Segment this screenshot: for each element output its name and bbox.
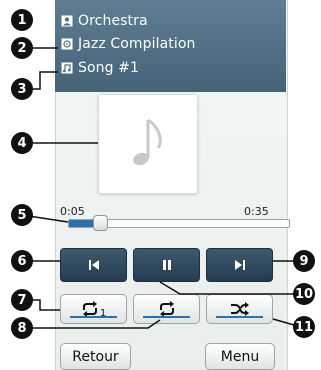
pause-icon (162, 260, 171, 270)
callout-7: 7 (11, 289, 33, 311)
shuffle-button[interactable] (206, 294, 273, 324)
repeat-one-button[interactable]: 1 (60, 294, 127, 324)
artist-icon (61, 15, 73, 27)
callout-1: 1 (11, 9, 33, 31)
album-icon (61, 38, 73, 50)
repeat-one-icon (82, 301, 97, 317)
track-icon (61, 62, 73, 74)
total-time: 0:35 (244, 205, 269, 218)
repeat-all-indicator (143, 316, 190, 318)
callout-4: 4 (11, 132, 33, 154)
callout-5: 5 (11, 204, 33, 226)
album-name: Jazz Compilation (78, 36, 196, 52)
repeat-all-button[interactable] (133, 294, 200, 324)
progress-slider[interactable] (68, 215, 290, 231)
callout-8: 8 (11, 317, 33, 339)
callout-10: 10 (293, 283, 315, 305)
skip-previous-icon (88, 260, 99, 270)
repeat-one-indicator (70, 316, 117, 318)
device-screen: Orchestra Jazz Compilation Song #1 0:05 … (0, 0, 321, 370)
artist-row: Orchestra (61, 10, 148, 32)
back-button[interactable]: Retour (60, 343, 131, 370)
repeat-all-icon (159, 301, 174, 317)
elapsed-time: 0:05 (60, 205, 85, 218)
music-note-icon (133, 118, 162, 166)
album-artwork (98, 94, 198, 194)
progress-thumb[interactable] (93, 215, 108, 231)
callout-3: 3 (11, 78, 33, 100)
skip-next-icon (234, 260, 245, 270)
callout-11: 11 (293, 316, 315, 338)
track-row: Song #1 (61, 57, 139, 79)
callout-6: 6 (11, 250, 33, 272)
previous-button[interactable] (60, 248, 127, 282)
track-name: Song #1 (78, 60, 139, 76)
callout-2: 2 (11, 37, 33, 59)
menu-button[interactable]: Menu (205, 343, 275, 370)
shuffle-icon (230, 302, 249, 316)
artist-name: Orchestra (78, 13, 148, 29)
next-button[interactable] (206, 248, 273, 282)
callout-9: 9 (293, 250, 315, 272)
shuffle-indicator (216, 316, 263, 318)
pause-button[interactable] (133, 248, 200, 282)
album-row: Jazz Compilation (61, 33, 196, 55)
